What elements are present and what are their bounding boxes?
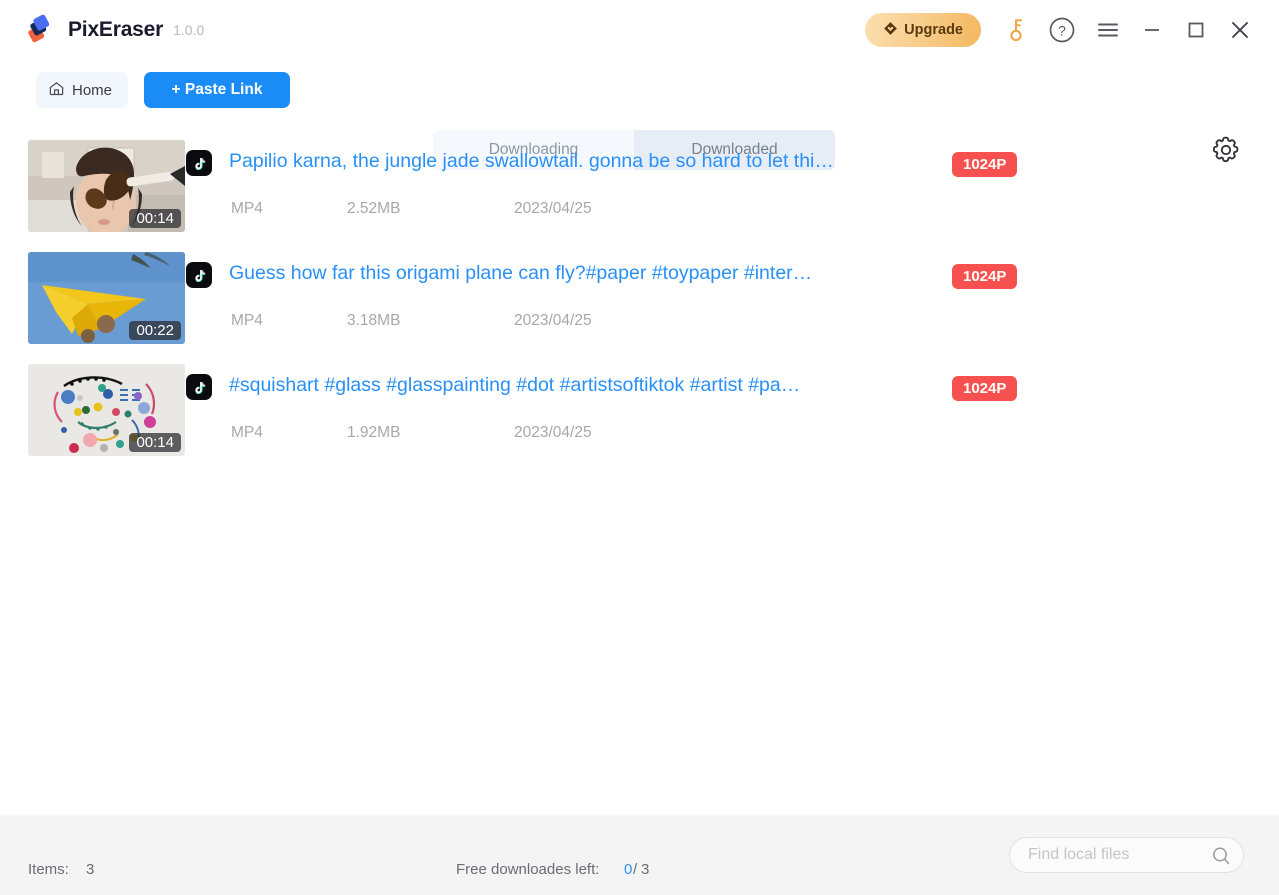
video-title[interactable]: #squishart #glass #glasspainting #dot #a… bbox=[229, 374, 929, 397]
video-title[interactable]: Guess how far this origami plane can fly… bbox=[229, 262, 929, 285]
tiktok-icon bbox=[186, 374, 212, 400]
paste-link-button[interactable]: + Paste Link bbox=[144, 72, 290, 108]
app-version: 1.0.0 bbox=[173, 22, 205, 38]
diamond-heart-icon bbox=[883, 21, 898, 40]
items-count: 3 bbox=[86, 861, 95, 878]
title-bar: PixEraser 1.0.0 Upgrade ? bbox=[0, 0, 1279, 60]
minimize-icon[interactable] bbox=[1131, 9, 1173, 51]
table-row[interactable]: 00:14 Papilio karna, the jungle jade swa… bbox=[0, 130, 1279, 242]
quality-badge: 1024P bbox=[952, 264, 1018, 289]
upgrade-label: Upgrade bbox=[904, 22, 963, 38]
video-size: 1.92MB bbox=[347, 424, 401, 441]
video-format: MP4 bbox=[231, 200, 263, 217]
key-icon[interactable] bbox=[995, 9, 1037, 51]
tiktok-icon bbox=[186, 262, 212, 288]
video-duration: 00:14 bbox=[129, 209, 181, 228]
hamburger-menu-icon[interactable] bbox=[1087, 9, 1129, 51]
search-box[interactable] bbox=[1009, 837, 1244, 873]
video-date: 2023/04/25 bbox=[514, 200, 592, 217]
video-date: 2023/04/25 bbox=[514, 312, 592, 329]
table-row[interactable]: 00:14 #squishart #glass #glasspainting #… bbox=[0, 354, 1279, 466]
home-button[interactable]: Home bbox=[36, 72, 129, 108]
video-thumbnail[interactable]: 00:22 bbox=[28, 252, 185, 344]
home-label: Home bbox=[72, 81, 113, 99]
video-format: MP4 bbox=[231, 312, 263, 329]
tiktok-icon bbox=[186, 150, 212, 176]
free-downloads-used: 0 bbox=[624, 861, 633, 878]
video-duration: 00:14 bbox=[129, 433, 181, 452]
window-controls-group: Upgrade ? bbox=[865, 9, 1279, 51]
table-row[interactable]: 00:22 Guess how far this origami plane c… bbox=[0, 242, 1279, 354]
toolbar: Home + Paste Link Downloading Downloaded bbox=[0, 60, 1279, 170]
video-thumbnail[interactable]: 00:14 bbox=[28, 140, 185, 232]
items-label: Items: bbox=[28, 861, 69, 878]
download-list: 00:14 Papilio karna, the jungle jade swa… bbox=[0, 130, 1279, 815]
search-icon[interactable] bbox=[1209, 844, 1233, 868]
home-icon bbox=[48, 80, 65, 101]
close-icon[interactable] bbox=[1219, 9, 1261, 51]
video-size: 2.52MB bbox=[347, 200, 401, 217]
search-input[interactable] bbox=[1028, 838, 1208, 872]
upgrade-button[interactable]: Upgrade bbox=[865, 13, 981, 47]
quality-badge: 1024P bbox=[952, 376, 1018, 401]
video-duration: 00:22 bbox=[129, 321, 181, 340]
video-size: 3.18MB bbox=[347, 312, 401, 329]
svg-text:?: ? bbox=[1058, 23, 1066, 39]
video-title[interactable]: Papilio karna, the jungle jade swallowta… bbox=[229, 150, 929, 173]
quality-badge: 1024P bbox=[952, 152, 1018, 177]
free-downloads-total: 3 bbox=[641, 861, 650, 878]
free-downloads-separator: / bbox=[633, 861, 638, 878]
video-format: MP4 bbox=[231, 424, 263, 441]
free-downloads-label: Free downloades left: bbox=[456, 861, 600, 878]
app-title: PixEraser bbox=[68, 18, 164, 41]
app-logo-icon bbox=[22, 13, 56, 47]
maximize-icon[interactable] bbox=[1175, 9, 1217, 51]
video-thumbnail[interactable]: 00:14 bbox=[28, 364, 185, 456]
video-date: 2023/04/25 bbox=[514, 424, 592, 441]
question-circle-icon[interactable]: ? bbox=[1041, 9, 1083, 51]
